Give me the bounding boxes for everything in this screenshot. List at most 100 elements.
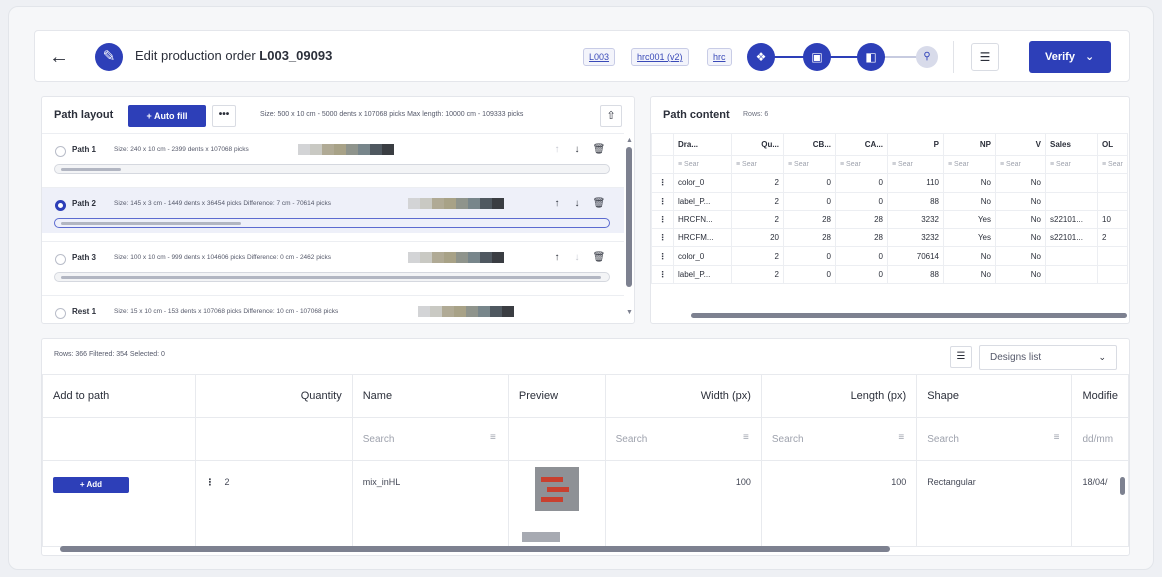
path-name: Path 3	[72, 253, 97, 262]
pc-col-header[interactable]: NP	[943, 133, 996, 156]
filter-modified[interactable]: dd/mm	[1071, 417, 1129, 461]
pc-filter-cell[interactable]: ≡ Sear	[835, 154, 888, 175]
path-scrollbar[interactable]	[54, 164, 610, 174]
move-up-icon[interactable]: ↑	[550, 197, 564, 211]
move-up-icon[interactable]: ↑	[550, 143, 564, 157]
table-row[interactable]: + Add ⋮ 2 mix_inHL 100 100 Rectangular 18…	[42, 460, 1129, 547]
pc-col-header[interactable]: OL	[1097, 133, 1128, 156]
col-modified[interactable]: Modifie	[1071, 374, 1129, 418]
sliders-icon[interactable]: ☰	[971, 43, 999, 71]
path-scroll-thumb[interactable]	[61, 222, 241, 225]
pc-filter-cell[interactable]: ≡ Sear	[783, 154, 836, 175]
color-swatch	[432, 252, 444, 263]
path-row[interactable]: Path 3 Size: 100 x 10 cm - 999 dents x 10…	[42, 241, 624, 287]
export-icon[interactable]: ⇧	[600, 105, 622, 127]
step-image-icon[interactable]: ▣	[803, 43, 831, 71]
path-row[interactable]: Path 2 Size: 145 x 3 cm - 1449 dents x 36…	[42, 187, 624, 233]
step-search-icon[interactable]: ⚲	[916, 46, 938, 68]
move-down-icon[interactable]: ↓	[570, 251, 584, 265]
row-handle-icon[interactable]: ⋮	[651, 264, 674, 285]
path-radio[interactable]	[55, 200, 66, 211]
table-row[interactable]: ⋮ color_0 2 0 0 110 No No	[651, 173, 1128, 193]
step-layout-icon[interactable]: ◧	[857, 43, 885, 71]
pc-col-header[interactable]: Dra...	[673, 133, 732, 156]
auto-fill-button[interactable]: + Auto fill	[128, 105, 206, 127]
pc-col-header[interactable]: CA...	[835, 133, 888, 156]
move-down-icon[interactable]: ↓	[570, 143, 584, 157]
filter-icon[interactable]: ≡	[490, 432, 496, 443]
path-content-hscrollbar[interactable]	[691, 313, 1127, 318]
delete-icon[interactable]: 🗑	[592, 251, 606, 265]
pc-cell	[1045, 173, 1098, 193]
pc-filter-cell[interactable]: ≡ Sear	[995, 154, 1046, 175]
table-row[interactable]: ⋮ HRCFN... 2 28 28 3232 Yes No s22101... 10	[651, 209, 1128, 230]
scroll-up-icon[interactable]: ▲	[626, 137, 633, 144]
row-handle-icon[interactable]: ⋮	[651, 191, 674, 211]
verify-button[interactable]: Verify ⌄	[1029, 41, 1111, 73]
design-preview-image[interactable]	[534, 467, 579, 511]
path-scrollbar[interactable]	[54, 218, 610, 228]
path-scroll-thumb[interactable]	[61, 168, 121, 171]
path-radio[interactable]	[55, 308, 66, 319]
col-preview[interactable]: Preview	[507, 374, 606, 418]
quantity-value[interactable]: 2	[225, 477, 230, 487]
col-length[interactable]: Length (px)	[760, 374, 918, 418]
path-scroll-thumb[interactable]	[61, 276, 601, 279]
chip-version[interactable]: hrc001 (v2)	[631, 48, 689, 66]
column-settings-icon[interactable]: ☰	[950, 346, 972, 368]
filter-icon[interactable]: ≡	[1054, 432, 1060, 443]
pc-filter-cell[interactable]: ≡ Sear	[731, 154, 784, 175]
table-row[interactable]: ⋮ HRCFM... 20 28 28 3232 Yes No s22101... 2	[651, 228, 1128, 248]
pc-filter-cell[interactable]: ≡ Sear	[673, 154, 732, 175]
delete-icon[interactable]: 🗑	[592, 197, 606, 211]
row-handle-icon[interactable]: ⋮	[651, 209, 674, 230]
row-handle-icon[interactable]: ⋮	[651, 246, 674, 266]
move-down-icon[interactable]: ↓	[570, 197, 584, 211]
path-row[interactable]: Path 1 Size: 240 x 10 cm - 2399 dents x 1…	[42, 133, 624, 179]
path-radio[interactable]	[55, 254, 66, 265]
pc-col-header[interactable]: Sales	[1045, 133, 1098, 156]
filter-icon[interactable]: ≡	[743, 432, 749, 443]
pc-filter-cell[interactable]: ≡ Sear	[1045, 154, 1098, 175]
back-arrow-icon[interactable]: ←	[49, 46, 71, 68]
filter-shape[interactable]: Search ≡	[916, 417, 1073, 461]
title-prefix: Edit production order	[135, 48, 260, 63]
filter-width[interactable]: Search ≡	[604, 417, 762, 461]
chip-order[interactable]: L003	[583, 48, 616, 66]
chip-type[interactable]: hrc	[707, 48, 732, 66]
move-up-icon[interactable]: ↑	[550, 251, 564, 265]
pc-filter-cell[interactable]: ≡ Sear	[1097, 154, 1128, 175]
table-row[interactable]: ⋮ label_P... 2 0 0 88 No No	[651, 264, 1128, 285]
table-row[interactable]: ⋮ label_P... 2 0 0 88 No No	[651, 191, 1128, 211]
path-scrollbar[interactable]	[54, 272, 610, 282]
designs-view-select[interactable]: Designs list ⌄	[979, 345, 1117, 370]
col-width[interactable]: Width (px)	[604, 374, 762, 418]
pc-filter-cell[interactable]: ≡ Sear	[887, 154, 944, 175]
path-row[interactable]: Rest 1 Size: 15 x 10 cm - 153 dents x 107…	[42, 295, 624, 323]
more-options-button[interactable]: •••	[212, 105, 236, 127]
pc-col-header[interactable]: CB...	[783, 133, 836, 156]
pc-filter-cell[interactable]: ≡ Sear	[943, 154, 996, 175]
filter-name[interactable]: Search ≡	[351, 417, 509, 461]
pc-col-header[interactable]: P	[887, 133, 944, 156]
add-to-path-button[interactable]: + Add	[53, 477, 129, 493]
designs-vscrollbar[interactable]	[1120, 477, 1125, 495]
path-radio[interactable]	[55, 146, 66, 157]
col-add-to-path[interactable]: Add to path	[42, 374, 196, 418]
col-shape[interactable]: Shape	[916, 374, 1073, 418]
scroll-down-icon[interactable]: ▼	[626, 309, 633, 316]
filter-length[interactable]: Search ≡	[760, 417, 918, 461]
pc-col-header[interactable]: V	[995, 133, 1046, 156]
path-layout-scrollbar[interactable]	[626, 147, 632, 287]
designs-hscrollbar[interactable]	[60, 546, 890, 552]
row-handle-icon[interactable]: ⋮	[651, 173, 674, 193]
delete-icon[interactable]: 🗑	[592, 143, 606, 157]
row-handle-icon[interactable]: ⋮	[651, 228, 674, 248]
filter-icon[interactable]: ≡	[898, 432, 904, 443]
pc-col-header[interactable]: Qu...	[731, 133, 784, 156]
col-name[interactable]: Name	[351, 374, 509, 418]
col-quantity[interactable]: Quantity	[194, 374, 353, 418]
row-menu-icon[interactable]: ⋮	[206, 477, 215, 487]
table-row[interactable]: ⋮ color_0 2 0 0 70614 No No	[651, 246, 1128, 266]
step-layers-icon[interactable]: ❖	[747, 43, 775, 71]
